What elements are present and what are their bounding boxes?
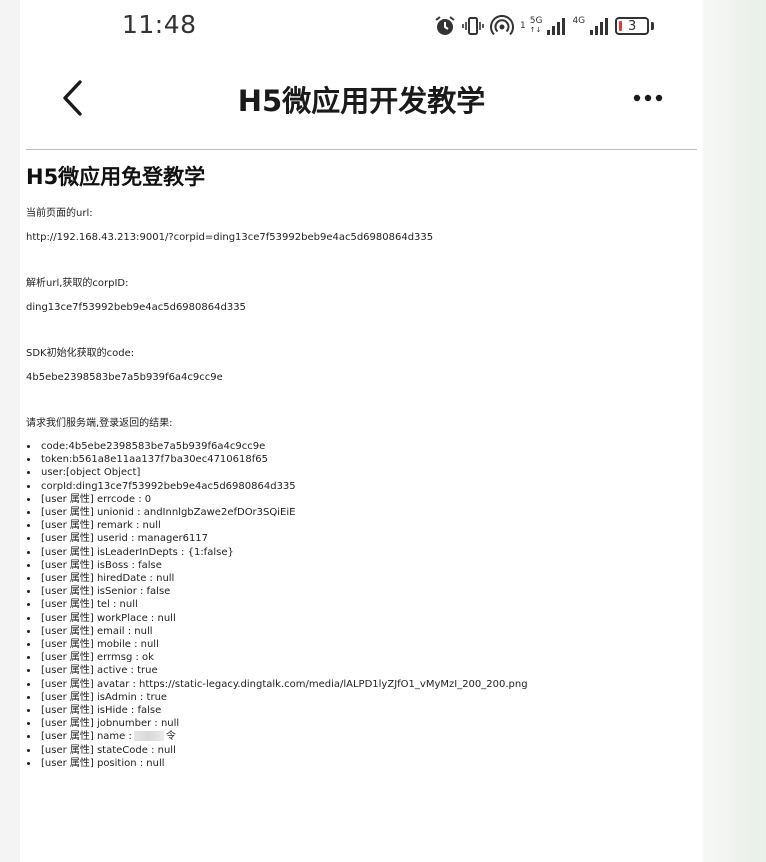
list-item: [user 属性] remark : null bbox=[26, 519, 696, 532]
network-label-1: 1 bbox=[520, 20, 526, 31]
list-item: [user 属性] errcode : 0 bbox=[26, 493, 696, 506]
background-panel bbox=[703, 0, 766, 862]
signal-icon bbox=[547, 18, 566, 35]
battery-icon: 3 bbox=[615, 17, 650, 35]
header-divider bbox=[26, 149, 697, 150]
result-list: code:4b5ebe2398583be7a5b939f6a4c9cc9e to… bbox=[26, 440, 696, 770]
hotspot-icon bbox=[490, 15, 514, 36]
more-horizontal-icon bbox=[633, 94, 663, 102]
network-type-2: 4G bbox=[572, 17, 585, 35]
more-button[interactable] bbox=[630, 88, 670, 108]
list-item: [user 属性] jobnumber : null bbox=[26, 717, 696, 730]
page-content: H5微应用免登教学 当前页面的url: http://192.168.43.21… bbox=[26, 162, 696, 770]
list-item: [user 属性] workPlace : null bbox=[26, 612, 696, 625]
list-item: [user 属性] isLeaderInDepts : {1:false} bbox=[26, 546, 696, 559]
list-item: [user 属性] isBoss : false bbox=[26, 559, 696, 572]
list-item: [user 属性] hiredDate : null bbox=[26, 572, 696, 585]
phone-screen: 11:48 1 5G ↑↓ 4G 3 H5微应用开发教学 H5微应用免登教学 当… bbox=[20, 0, 703, 862]
list-item: [user 属性] mobile : null bbox=[26, 638, 696, 651]
name-suffix: 令 bbox=[165, 731, 176, 743]
result-label: 请求我们服务端,登录返回的结果: bbox=[26, 418, 173, 429]
list-item: [user 属性] isSenior : false bbox=[26, 585, 696, 598]
name-key: [user 属性] name : bbox=[41, 731, 132, 743]
page-title: H5微应用开发教学 bbox=[237, 84, 486, 118]
battery-level: 3 bbox=[628, 18, 637, 34]
battery-tip bbox=[651, 22, 655, 30]
status-time: 11:48 bbox=[122, 10, 197, 39]
signal-icon-2 bbox=[590, 18, 609, 35]
list-item: [user 属性] errmsg : ok bbox=[26, 651, 696, 664]
vibrate-icon bbox=[462, 17, 484, 35]
status-icons: 1 5G ↑↓ 4G 3 bbox=[434, 12, 655, 40]
network-type-label-2: 4G bbox=[572, 16, 586, 26]
list-item: [user 属性] isAdmin : true bbox=[26, 691, 696, 704]
network-type-1: 5G ↑↓ bbox=[529, 16, 543, 35]
list-item: token:b561a8e11aa137f7ba30ec4710618f65 bbox=[26, 453, 696, 466]
network-type-label: 5G bbox=[529, 16, 543, 26]
list-item: [user 属性] stateCode : null bbox=[26, 744, 696, 757]
list-item: [user 属性] unionid : andInnlgbZawe2efDOr3… bbox=[26, 506, 696, 519]
list-item: code:4b5ebe2398583be7a5b939f6a4c9cc9e bbox=[26, 440, 696, 453]
code-value: 4b5ebe2398583be7a5b939f6a4c9cc9e bbox=[26, 372, 223, 383]
url-value: http://192.168.43.213:9001/?corpid=ding1… bbox=[26, 232, 434, 243]
list-item: [user 属性] isHide : false bbox=[26, 704, 696, 717]
list-item: [user 属性] active : true bbox=[26, 664, 696, 677]
list-item: user:[object Object] bbox=[26, 466, 696, 479]
list-item: corpId:ding13ce7f53992beb9e4ac5d6980864d… bbox=[26, 480, 696, 493]
corpid-label: 解析url,获取的corpID: bbox=[26, 278, 129, 289]
url-label: 当前页面的url: bbox=[26, 208, 93, 219]
list-item: [user 属性] email : null bbox=[26, 625, 696, 638]
status-bar: 11:48 1 5G ↑↓ 4G 3 bbox=[20, 0, 703, 52]
nav-bar: H5微应用开发教学 bbox=[20, 58, 703, 140]
alarm-icon bbox=[435, 16, 455, 35]
list-item: [user 属性] position : null bbox=[26, 757, 696, 770]
list-item: [user 属性] tel : null bbox=[26, 598, 696, 611]
sim-slot-label: 1 bbox=[520, 20, 526, 31]
redacted-name bbox=[133, 731, 164, 742]
corpid-value: ding13ce7f53992beb9e4ac5d6980864d335 bbox=[26, 302, 246, 313]
list-item: [user 属性] userid : manager6117 bbox=[26, 532, 696, 545]
list-item: [user 属性] avatar : https://static-legacy… bbox=[26, 678, 696, 691]
code-label: SDK初始化获取的code: bbox=[26, 348, 135, 359]
content-heading: H5微应用免登教学 bbox=[26, 165, 206, 189]
list-item-name: [user 属性] name : 令 bbox=[26, 730, 696, 743]
